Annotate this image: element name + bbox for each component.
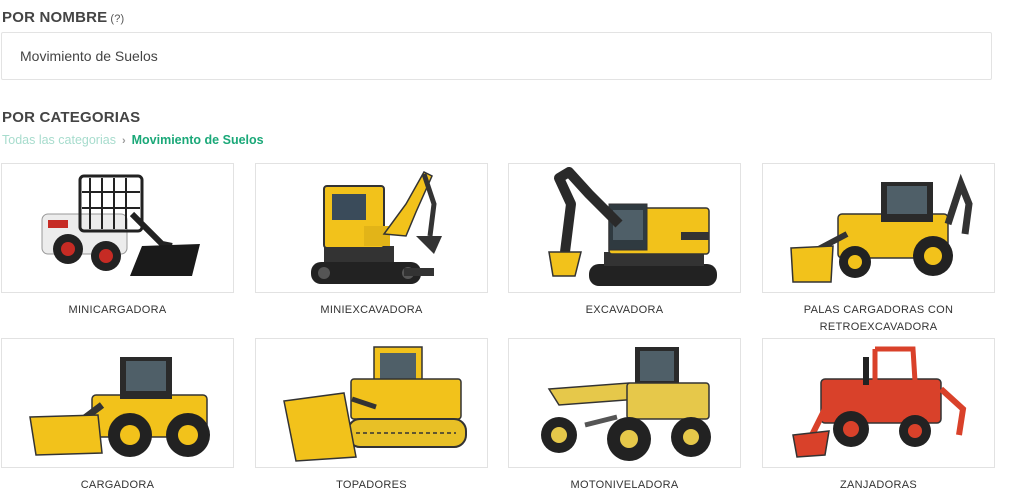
category-card-cargadora[interactable]: CARGADORA xyxy=(1,338,234,494)
category-card-palas-cargadoras[interactable]: PALAS CARGADORAS CON RETROEXCAVADORA xyxy=(762,163,995,336)
motor-grader-image[interactable] xyxy=(508,338,741,468)
category-card-zanjadoras[interactable]: ZANJADORAS xyxy=(762,338,995,494)
by-name-title: POR NOMBRE xyxy=(2,9,108,26)
wheel-loader-image[interactable] xyxy=(1,338,234,468)
category-label: ZANJADORAS xyxy=(840,479,917,491)
category-card-excavadora[interactable]: EXCAVADORA xyxy=(508,163,741,319)
name-search-input[interactable] xyxy=(1,32,992,80)
category-card-topadores[interactable]: TOPADORES xyxy=(255,338,488,494)
bulldozer-image[interactable] xyxy=(255,338,488,468)
backhoe-loader-image[interactable] xyxy=(762,163,995,293)
category-label: MINIEXCAVADORA xyxy=(320,304,423,316)
mini-excavator-image[interactable] xyxy=(255,163,488,293)
category-card-miniexcavadora[interactable]: MINIEXCAVADORA xyxy=(255,163,488,319)
category-label: EXCAVADORA xyxy=(585,304,664,316)
help-tooltip-link[interactable]: (?) xyxy=(110,13,124,25)
search-filters-panel: POR NOMBRE(?) POR CATEGORIAS Todas las c… xyxy=(0,0,1012,503)
skid-steer-loader-image[interactable] xyxy=(1,163,234,293)
category-label: MOTONIVELADORA xyxy=(570,479,679,491)
category-card-minicargadora[interactable]: MINICARGADORA xyxy=(1,163,234,319)
breadcrumb-current: Movimiento de Suelos xyxy=(131,133,264,147)
by-name-heading: POR NOMBRE (?) xyxy=(2,9,124,26)
trencher-image[interactable] xyxy=(762,338,995,468)
category-breadcrumb: Todas las categorias › Movimiento de Suelo… xyxy=(2,133,264,147)
category-label: PALAS CARGADORAS CON RETROEXCAVADORA xyxy=(803,304,954,333)
chevron-right-icon: › xyxy=(121,135,126,147)
category-card-motoniveladora[interactable]: MOTONIVELADORA xyxy=(508,338,741,494)
by-category-heading: POR CATEGORIAS xyxy=(2,109,141,126)
category-label: MINICARGADORA xyxy=(68,304,167,316)
category-label: TOPADORES xyxy=(336,479,407,491)
breadcrumb-all-categories-link[interactable]: Todas las categorias xyxy=(2,133,116,147)
excavator-image[interactable] xyxy=(508,163,741,293)
category-label: CARGADORA xyxy=(80,479,155,491)
